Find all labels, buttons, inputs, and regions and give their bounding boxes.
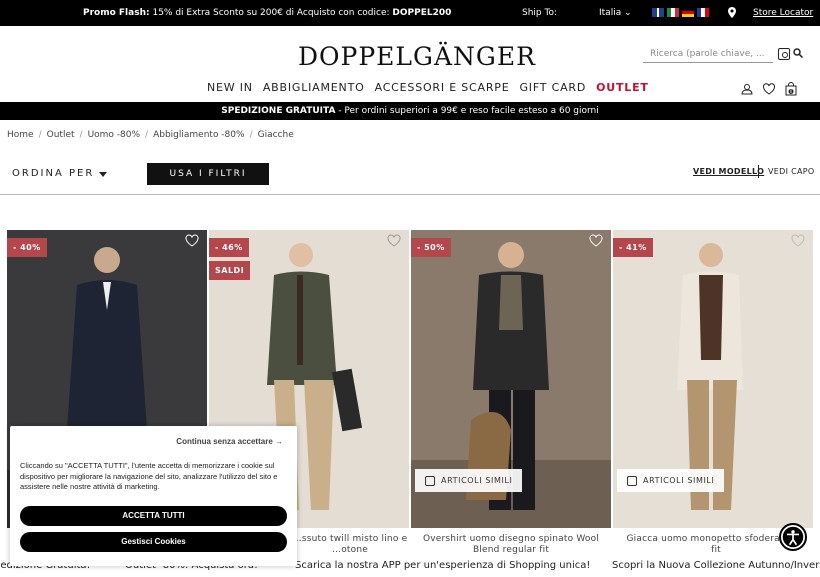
site-header: DOPPELGÄNGER Ricerca (parole chiave, ...… bbox=[0, 26, 820, 102]
breadcrumb-outlet[interactable]: Outlet bbox=[47, 130, 75, 140]
breadcrumb-giacche: Giacche bbox=[257, 130, 294, 140]
breadcrumb-separator: / bbox=[38, 130, 42, 140]
promo-code: DOPPEL200 bbox=[392, 8, 452, 18]
nav-item-gift-card[interactable]: GIFT CARD bbox=[519, 81, 586, 94]
product-title-line: Overshirt uomo disegno spinato Wool bbox=[422, 534, 600, 544]
similar-items-label: ARTICOLI SIMILI bbox=[643, 476, 715, 485]
country-selector[interactable]: Italia ⌄ bbox=[599, 8, 632, 18]
similar-search-icon bbox=[425, 475, 435, 486]
product-title-line: …otone bbox=[332, 545, 368, 555]
accessibility-icon[interactable] bbox=[779, 523, 807, 551]
similar-search-icon bbox=[627, 475, 637, 486]
promo-text: Promo Flash: 15% di Extra Sconto su 200€… bbox=[83, 8, 451, 18]
view-item-toggle[interactable]: VEDI CAPO bbox=[768, 167, 814, 176]
brand-logo[interactable]: DOPPELGÄNGER bbox=[298, 42, 536, 71]
flag-fr-icon[interactable] bbox=[697, 8, 709, 17]
store-locator-link[interactable]: Store Locator bbox=[753, 8, 813, 18]
wishlist-heart-icon[interactable] bbox=[589, 234, 603, 247]
discount-badge: - 50% bbox=[411, 238, 451, 257]
product-title[interactable]: Overshirt uomo disegno spinato Wool Blend… bbox=[411, 534, 611, 556]
shipping-banner: SPEDIZIONE GRATUITA - Per ordini superio… bbox=[0, 102, 820, 120]
shipping-banner-title: SPEDIZIONE GRATUITA bbox=[221, 106, 336, 116]
country-value: Italia bbox=[599, 8, 622, 18]
flag-it-icon[interactable] bbox=[667, 8, 679, 17]
promo-label: Promo Flash: bbox=[83, 8, 150, 18]
wishlist-heart-icon[interactable] bbox=[185, 234, 199, 247]
view-model-toggle[interactable]: VEDI MODELLO bbox=[693, 167, 764, 176]
breadcrumb-uomo[interactable]: Uomo -80% bbox=[88, 130, 140, 140]
cookie-banner: Continua senza accettare → Cliccando su … bbox=[10, 426, 297, 566]
breadcrumb-separator: / bbox=[145, 130, 149, 140]
flag-uk-icon[interactable] bbox=[652, 8, 664, 17]
view-toggle-divider bbox=[758, 165, 759, 178]
nav-item-outlet[interactable]: OUTLET bbox=[596, 81, 649, 94]
location-pin-icon bbox=[728, 7, 736, 18]
product-title-line: …ssuto twill misto lino e bbox=[292, 534, 408, 544]
flag-de-icon[interactable] bbox=[682, 8, 694, 17]
search-input[interactable]: Ricerca (parole chiave, ... bbox=[643, 46, 773, 63]
breadcrumb: Home / Outlet / Uomo -80% / Abbigliamento -… bbox=[7, 130, 294, 140]
header-actions: 0 bbox=[740, 82, 798, 96]
wishlist-heart-icon[interactable] bbox=[791, 234, 805, 247]
filter-button[interactable]: USA I FILTRI bbox=[147, 163, 269, 185]
similar-items-button[interactable]: ARTICOLI SIMILI bbox=[617, 469, 725, 492]
caret-down-icon[interactable] bbox=[99, 172, 107, 177]
product-card[interactable]: - 41% ARTICOLI SIMILI bbox=[613, 230, 813, 528]
continue-without-accepting-link[interactable]: Continua senza accettare → bbox=[176, 437, 283, 446]
ticker-item[interactable]: Scarica la nostra APP per un'esperienza … bbox=[295, 560, 590, 571]
discount-badge: - 46% bbox=[209, 238, 249, 257]
nav-item-new-in[interactable]: NEW IN bbox=[207, 81, 253, 94]
discount-badge: - 40% bbox=[7, 238, 47, 257]
cookie-text: Cliccando su "ACCETTA TUTTI", l'utente a… bbox=[20, 461, 278, 491]
search-icon[interactable] bbox=[793, 48, 803, 58]
ship-to-label: Ship To: bbox=[522, 8, 557, 18]
similar-items-button[interactable]: ARTICOLI SIMILI bbox=[415, 469, 523, 492]
sale-badge: SALDI bbox=[209, 261, 251, 280]
promo-topbar: Promo Flash: 15% di Extra Sconto su 200€… bbox=[0, 0, 820, 26]
user-icon[interactable] bbox=[740, 82, 754, 96]
breadcrumb-separator: / bbox=[249, 130, 253, 140]
similar-items-label: ARTICOLI SIMILI bbox=[441, 476, 513, 485]
ticker-item[interactable]: Scopri la Nuova Collezione Autunno/Inver bbox=[612, 560, 819, 571]
cart-count: 0 bbox=[790, 89, 793, 94]
language-flags bbox=[652, 8, 709, 17]
promo-message: 15% di Extra Sconto su 200€ di Acquisto … bbox=[152, 8, 390, 18]
nav-item-accessori[interactable]: ACCESSORI E SCARPE bbox=[375, 81, 510, 94]
chevron-down-icon: ⌄ bbox=[624, 8, 632, 18]
sort-dropdown[interactable]: ORDINA PER bbox=[12, 168, 94, 179]
shipping-banner-text: - Per ordini superiori a 99€ e reso faci… bbox=[335, 106, 599, 116]
breadcrumb-home[interactable]: Home bbox=[7, 130, 34, 140]
breadcrumb-abbigliamento[interactable]: Abbigliamento -80% bbox=[153, 130, 244, 140]
heart-icon[interactable] bbox=[762, 82, 776, 96]
visual-search-icon[interactable] bbox=[778, 48, 790, 60]
accept-all-button[interactable]: ACCETTA TUTTI bbox=[20, 506, 287, 526]
manage-cookies-button[interactable]: Gestisci Cookies bbox=[20, 532, 287, 552]
wishlist-heart-icon[interactable] bbox=[387, 234, 401, 247]
toolbar-divider bbox=[0, 194, 820, 195]
product-title-line: Blend regular fit bbox=[472, 545, 550, 555]
discount-badge: - 41% bbox=[613, 238, 653, 257]
bag-icon[interactable]: 0 bbox=[784, 82, 798, 96]
product-title[interactable]: …ssuto twill misto lino e …otone bbox=[280, 534, 420, 556]
nav-item-abbigliamento[interactable]: ABBIGLIAMENTO bbox=[263, 81, 365, 94]
breadcrumb-separator: / bbox=[79, 130, 83, 140]
product-card[interactable]: - 50% ARTICOLI SIMILI bbox=[411, 230, 611, 528]
main-nav: NEW IN ABBIGLIAMENTO ACCESSORI E SCARPE … bbox=[207, 81, 659, 94]
